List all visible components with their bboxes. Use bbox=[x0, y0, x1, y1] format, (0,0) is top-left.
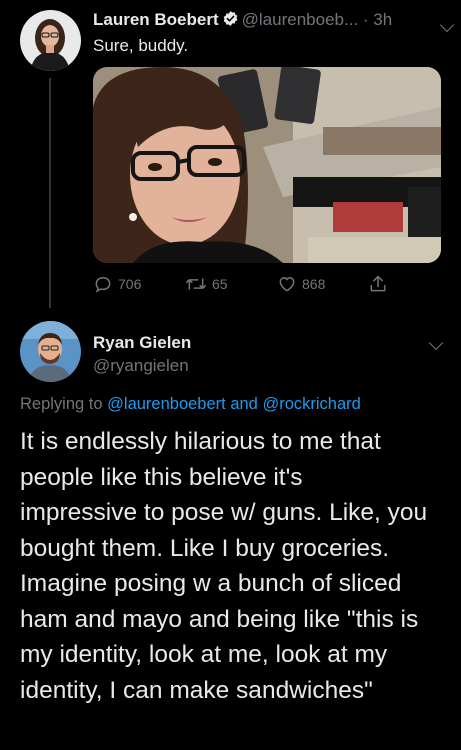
reply-icon bbox=[93, 274, 113, 294]
thread-line bbox=[49, 78, 51, 308]
mention-link[interactable]: @laurenboebert bbox=[107, 395, 226, 413]
author-handle[interactable]: @laurenboeb... bbox=[242, 10, 359, 29]
retweet-icon bbox=[185, 274, 207, 294]
replying-and[interactable]: and bbox=[230, 395, 258, 413]
author-name[interactable]: Lauren Boebert bbox=[93, 10, 219, 29]
tweet2-text: It is endlessly hilarious to me that peo… bbox=[20, 428, 428, 704]
author-handle[interactable]: @ryangielen bbox=[93, 356, 189, 376]
avatar-ryan-gielen[interactable] bbox=[20, 321, 81, 382]
tweet1-header: Lauren Boebert @laurenboeb... · 3h bbox=[93, 10, 392, 32]
verified-badge-icon bbox=[222, 10, 239, 32]
retweet-button[interactable]: 65 bbox=[185, 274, 228, 294]
mention-link[interactable]: @rockrichard bbox=[262, 395, 360, 413]
like-button[interactable]: 868 bbox=[277, 274, 325, 294]
author-name[interactable]: Ryan Gielen bbox=[93, 333, 191, 353]
tweet1-actions: 706 65 868 bbox=[93, 274, 413, 296]
avatar-lauren-boebert[interactable] bbox=[20, 10, 81, 71]
reply-button[interactable]: 706 bbox=[93, 274, 141, 294]
timestamp[interactable]: 3h bbox=[373, 10, 392, 29]
reply-count: 706 bbox=[118, 276, 142, 292]
retweet-count: 65 bbox=[212, 276, 228, 292]
replying-prefix: Replying to bbox=[20, 395, 103, 413]
share-button[interactable] bbox=[368, 274, 388, 294]
replying-to: Replying to @laurenboebert and @rockrich… bbox=[20, 395, 361, 414]
tweet1-photo[interactable] bbox=[93, 67, 441, 263]
like-count: 868 bbox=[302, 276, 326, 292]
tweet1-text: Sure, buddy. bbox=[93, 36, 189, 55]
chevron-down-icon[interactable] bbox=[428, 335, 444, 351]
share-icon bbox=[368, 274, 388, 294]
like-icon bbox=[277, 274, 297, 294]
chevron-down-icon[interactable] bbox=[439, 17, 455, 33]
separator-dot: · bbox=[358, 10, 374, 29]
